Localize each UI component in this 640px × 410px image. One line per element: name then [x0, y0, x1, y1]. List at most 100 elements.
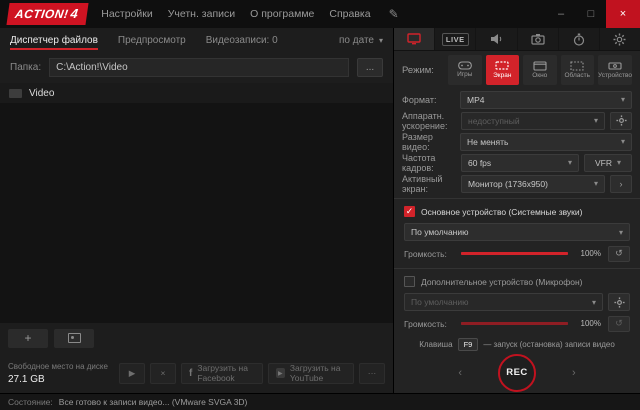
mode-window-button[interactable]: Окно	[523, 55, 557, 85]
mode-region-button[interactable]: Область	[561, 55, 595, 85]
mode-screen-label: Экран	[493, 73, 511, 80]
chevron-down-icon: ▾	[621, 95, 625, 104]
hw-acceleration-value: недоступный	[468, 116, 520, 126]
vfr-label: VFR	[595, 158, 612, 168]
upload-youtube-label: Загрузить на YouTube	[290, 363, 346, 383]
folder-path-input[interactable]	[49, 58, 349, 77]
maximize-button[interactable]: □	[576, 0, 606, 28]
secondary-volume-value: 100%	[575, 319, 601, 328]
slider-fill	[461, 252, 568, 255]
video-size-dropdown[interactable]: Не менять ▾	[460, 133, 632, 151]
tab-recordings-count[interactable]: Видеозаписи: 0	[206, 30, 278, 52]
secondary-volume-reset-button[interactable]: ↺	[608, 316, 630, 332]
window-controls: – □ ×	[546, 0, 640, 28]
chevron-down-icon: ▾	[619, 228, 623, 237]
primary-volume-slider[interactable]	[461, 252, 568, 255]
next-profile-arrow[interactable]: ›	[572, 367, 576, 379]
chevron-down-icon: ▾	[379, 36, 383, 45]
framerate-row: Частота кадров: 60 fps ▾ VFR ▾	[394, 152, 640, 173]
record-button[interactable]: REC	[498, 354, 536, 392]
hw-acceleration-label: Аппаратн. ускорение:	[402, 111, 451, 131]
tab-video-recording[interactable]	[394, 28, 435, 50]
play-recording-button[interactable]: ▶	[119, 363, 145, 384]
primary-audio-row: ✓ Основное устройство (Системные звуки)	[394, 202, 640, 221]
format-row: Формат: MP4 ▾	[394, 89, 640, 110]
tab-preview[interactable]: Предпросмотр	[118, 30, 186, 52]
secondary-volume-slider[interactable]	[461, 322, 568, 325]
primary-audio-device-row: По умолчанию ▾	[394, 221, 640, 243]
tab-live-streaming[interactable]: LIVE	[435, 28, 476, 50]
list-item-video[interactable]: Video	[0, 83, 393, 103]
tab-file-manager[interactable]: Диспетчер файлов	[10, 30, 98, 52]
secondary-audio-checkbox[interactable]	[404, 276, 415, 287]
format-label: Формат:	[402, 95, 436, 105]
delete-recording-button[interactable]: ×	[150, 363, 176, 384]
mode-label: Режим:	[402, 65, 444, 76]
hw-acceleration-dropdown[interactable]: недоступный ▾	[461, 112, 605, 130]
browse-folder-button[interactable]: ...	[357, 58, 383, 77]
tab-benchmark[interactable]	[559, 28, 600, 50]
more-actions-button[interactable]: ···	[359, 363, 385, 384]
primary-volume-reset-button[interactable]: ↺	[608, 246, 630, 262]
main-area: Диспетчер файлов Предпросмотр Видеозапис…	[0, 28, 640, 393]
file-list[interactable]: Video	[0, 83, 393, 323]
mode-region-label: Область	[564, 73, 590, 80]
hotkey-description: — запуск (остановка) записи видео	[483, 340, 614, 349]
divider	[394, 268, 640, 269]
format-dropdown[interactable]: MP4 ▾	[460, 91, 632, 109]
status-text: Все готово к записи видео... (VMware SVG…	[59, 397, 248, 407]
theme-brush-icon[interactable]: ✎	[389, 7, 399, 21]
format-value: MP4	[467, 95, 484, 105]
chevron-down-icon: ▾	[594, 179, 598, 188]
region-icon	[570, 61, 584, 71]
capture-mode-tabs: LIVE	[394, 28, 640, 51]
upload-facebook-label: Загрузить на Facebook	[197, 363, 254, 383]
identify-screen-button[interactable]: ›	[610, 175, 632, 193]
menu-help[interactable]: Справка	[329, 8, 370, 20]
mode-device-button[interactable]: Устройство	[598, 55, 632, 85]
framerate-dropdown[interactable]: 60 fps ▾	[461, 154, 579, 172]
action-app-window: ACTION! 4 Настройки Учетн. записи О прог…	[0, 0, 640, 410]
menu-settings[interactable]: Настройки	[101, 8, 153, 20]
gear-icon	[616, 115, 627, 126]
sort-by-date-dropdown[interactable]: по дате ▾	[339, 35, 383, 46]
status-bar: Состояние: Все готово к записи видео... …	[0, 393, 640, 410]
gear-icon	[613, 33, 626, 46]
folder-label: Папка:	[10, 62, 41, 73]
image-icon	[68, 333, 81, 343]
active-screen-dropdown[interactable]: Монитор (1736х950) ▾	[461, 175, 605, 193]
menu-about[interactable]: О программе	[250, 8, 314, 20]
vfr-dropdown[interactable]: VFR ▾	[584, 154, 632, 172]
minimize-button[interactable]: –	[546, 0, 576, 28]
menubar: Настройки Учетн. записи О программе Спра…	[101, 8, 370, 20]
app-logo-version: 4	[70, 6, 80, 21]
primary-audio-checkbox[interactable]: ✓	[404, 206, 415, 217]
prev-profile-arrow[interactable]: ‹	[458, 367, 462, 379]
mode-window-label: Окно	[532, 73, 547, 80]
menu-accounts[interactable]: Учетн. записи	[168, 8, 235, 20]
primary-audio-device-dropdown[interactable]: По умолчанию ▾	[404, 223, 630, 241]
record-hotkey-hint: Клавиша F9 — запуск (остановка) записи в…	[394, 337, 640, 352]
gamepad-icon	[458, 61, 472, 70]
active-screen-row: Активный экран: Монитор (1736х950) ▾ ›	[394, 173, 640, 194]
upload-facebook-button[interactable]: f Загрузить на Facebook	[181, 363, 263, 384]
primary-volume-row: Громкость: 100% ↺	[394, 243, 640, 264]
framerate-label: Частота кадров:	[402, 153, 451, 173]
screenshots-view-button[interactable]	[54, 329, 94, 348]
microphone-settings-button[interactable]	[608, 293, 630, 311]
secondary-audio-device-dropdown[interactable]: По умолчанию ▾	[404, 293, 603, 311]
tab-audio-recording[interactable]	[476, 28, 517, 50]
hw-settings-button[interactable]	[610, 112, 632, 130]
mode-games-button[interactable]: Игры	[448, 55, 482, 85]
folder-row: Папка: ...	[0, 53, 393, 81]
mode-screen-button[interactable]: Экран	[486, 55, 520, 85]
upload-youtube-button[interactable]: ▶ Загрузить на YouTube	[268, 363, 354, 384]
tab-screenshots[interactable]	[518, 28, 559, 50]
mode-selector: Режим: Игры Экран Окно Область	[394, 51, 640, 89]
secondary-volume-label: Громкость:	[404, 319, 454, 329]
titlebar: ACTION! 4 Настройки Учетн. записи О прог…	[0, 0, 640, 28]
tab-app-settings[interactable]	[600, 28, 640, 50]
add-folder-button[interactable]: +	[8, 329, 48, 348]
chevron-down-icon: ▾	[617, 158, 621, 167]
close-button[interactable]: ×	[606, 0, 640, 28]
